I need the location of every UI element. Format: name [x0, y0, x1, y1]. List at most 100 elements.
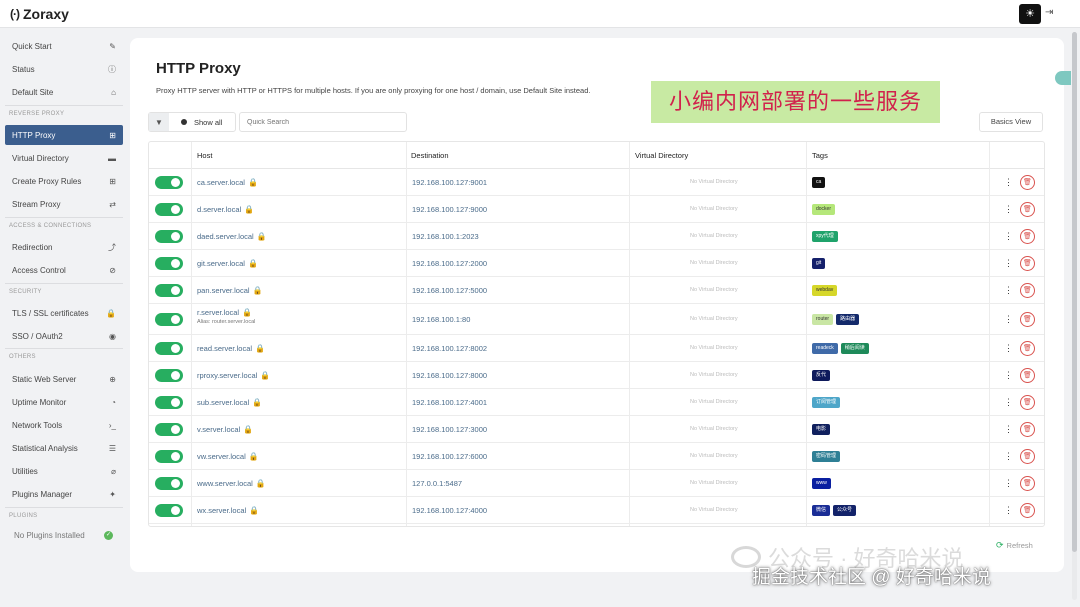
- enable-toggle[interactable]: [155, 396, 183, 409]
- sidebar-item-tls-ssl-certificates[interactable]: TLS / SSL certificates 🔒: [5, 303, 123, 323]
- more-options-icon[interactable]: ⋮: [1004, 204, 1013, 215]
- tls-lock-icon: 🔒: [244, 205, 255, 214]
- enable-toggle[interactable]: [155, 450, 183, 463]
- enable-toggle[interactable]: [155, 230, 183, 243]
- delete-button[interactable]: 🗑: [1020, 503, 1035, 518]
- section-access: ACCESS & CONNECTIONS: [9, 223, 92, 229]
- enable-toggle[interactable]: [155, 176, 183, 189]
- app-logo[interactable]: (·) Zoraxy: [10, 6, 69, 22]
- more-options-icon[interactable]: ⋮: [1004, 478, 1013, 489]
- tags-cell: 反代: [812, 370, 831, 381]
- host-link[interactable]: ca.server.local: [197, 178, 245, 187]
- delete-button[interactable]: 🗑: [1020, 341, 1035, 356]
- scrollbar-thumb[interactable]: [1072, 32, 1077, 552]
- enable-toggle[interactable]: [155, 203, 183, 216]
- more-options-icon[interactable]: ⋮: [1004, 177, 1013, 188]
- virtual-directory-cell: No Virtual Directory: [690, 179, 738, 185]
- delete-button[interactable]: 🗑: [1020, 395, 1035, 410]
- enable-toggle[interactable]: [155, 369, 183, 382]
- enable-toggle[interactable]: [155, 313, 183, 326]
- host-link[interactable]: v.server.local: [197, 425, 240, 434]
- more-options-icon[interactable]: ⋮: [1004, 231, 1013, 242]
- filter-dropdown[interactable]: ▼ Show all: [148, 112, 236, 132]
- delete-button[interactable]: 🗑: [1020, 229, 1035, 244]
- more-options-icon[interactable]: ⋮: [1004, 314, 1013, 325]
- header-virtual-directory: Virtual Directory: [635, 151, 689, 160]
- logout-icon[interactable]: ⇥: [1045, 7, 1053, 18]
- tag-badge: readeck: [812, 343, 838, 354]
- floating-assistant-button[interactable]: [1055, 71, 1071, 85]
- sidebar-item-statistical-analysis[interactable]: Statistical Analysis ☰: [5, 438, 123, 458]
- basics-view-button[interactable]: Basics View: [979, 112, 1043, 132]
- tag-badge: 订阅管理: [812, 397, 841, 408]
- delete-button[interactable]: 🗑: [1020, 449, 1035, 464]
- more-options-icon[interactable]: ⋮: [1004, 424, 1013, 435]
- page-title: HTTP Proxy: [156, 60, 241, 77]
- tags-cell: 微信 公众号: [812, 505, 857, 516]
- enable-toggle[interactable]: [155, 342, 183, 355]
- enable-toggle[interactable]: [155, 477, 183, 490]
- host-link[interactable]: www.server.local: [197, 479, 253, 488]
- delete-button[interactable]: 🗑: [1020, 312, 1035, 327]
- annotation-banner: 小编内网部署的一些服务: [651, 81, 940, 123]
- sidebar-item-sso-oauth2[interactable]: SSO / OAuth2 ◉: [5, 326, 123, 346]
- sidebar-item-redirection[interactable]: Redirection ⤴: [5, 237, 123, 257]
- more-options-icon[interactable]: ⋮: [1004, 451, 1013, 462]
- table-row: v.server.local 🔒 192.168.100.127:3000 No Vi…: [149, 416, 1044, 443]
- sidebar-item-default-site[interactable]: Default Site ⌂: [5, 82, 123, 102]
- sidebar-item-http-proxy[interactable]: HTTP Proxy ⊞: [5, 125, 123, 145]
- host-link[interactable]: rproxy.server.local: [197, 371, 257, 380]
- host-link[interactable]: pan.server.local: [197, 286, 250, 295]
- host-link[interactable]: r.server.local: [197, 308, 239, 317]
- host-link[interactable]: daed.server.local: [197, 232, 254, 241]
- more-options-icon[interactable]: ⋮: [1004, 285, 1013, 296]
- sidebar-item-access-control[interactable]: Access Control ⊘: [5, 260, 123, 280]
- enable-toggle[interactable]: [155, 257, 183, 270]
- refresh-button[interactable]: ⟳ Refresh: [996, 536, 1042, 554]
- delete-button[interactable]: 🗑: [1020, 422, 1035, 437]
- delete-button[interactable]: 🗑: [1020, 283, 1035, 298]
- more-options-icon[interactable]: ⋮: [1004, 258, 1013, 269]
- host-link[interactable]: git.server.local: [197, 259, 245, 268]
- more-options-icon[interactable]: ⋮: [1004, 397, 1013, 408]
- host-link[interactable]: sub.server.local: [197, 398, 249, 407]
- sidebar-item-label: Default Site: [12, 87, 54, 97]
- sidebar-item-status[interactable]: Status ⓘ: [5, 59, 123, 79]
- destination-cell: 192.168.100.127:4000: [412, 506, 488, 515]
- sidebar-item-stream-proxy[interactable]: Stream Proxy ⇄: [5, 194, 123, 214]
- delete-button[interactable]: 🗑: [1020, 202, 1035, 217]
- host-link[interactable]: d.server.local: [197, 205, 241, 214]
- virtual-directory-cell: No Virtual Directory: [690, 507, 738, 513]
- delete-button[interactable]: 🗑: [1020, 368, 1035, 383]
- sidebar-item-label: Create Proxy Rules: [12, 176, 82, 186]
- enable-toggle[interactable]: [155, 423, 183, 436]
- delete-button[interactable]: 🗑: [1020, 476, 1035, 491]
- delete-button[interactable]: 🗑: [1020, 256, 1035, 271]
- sidebar-item-network-tools[interactable]: Network Tools ›_: [5, 415, 123, 435]
- sidebar-item-static-web-server[interactable]: Static Web Server ⊕: [5, 369, 123, 389]
- sidebar-item-create-proxy-rules[interactable]: Create Proxy Rules ⊞: [5, 171, 123, 191]
- sidebar-item-quick-start[interactable]: Quick Start ✎: [5, 36, 123, 56]
- delete-button[interactable]: 🗑: [1020, 175, 1035, 190]
- sidebar-item-uptime-monitor[interactable]: Uptime Monitor ◔: [5, 392, 123, 412]
- host-link[interactable]: read.server.local: [197, 344, 252, 353]
- sidebar-item-label: Redirection: [12, 242, 53, 252]
- enable-toggle[interactable]: [155, 284, 183, 297]
- more-options-icon[interactable]: ⋮: [1004, 505, 1013, 516]
- tags-cell: router 路由器: [812, 314, 860, 325]
- host-link[interactable]: vw.server.local: [197, 452, 246, 461]
- more-options-icon[interactable]: ⋮: [1004, 370, 1013, 381]
- more-options-icon[interactable]: ⋮: [1004, 343, 1013, 354]
- host-link[interactable]: wx.server.local: [197, 506, 246, 515]
- theme-toggle-button[interactable]: ☀: [1019, 4, 1041, 24]
- sidebar-item-virtual-directory[interactable]: Virtual Directory ▬: [5, 148, 123, 168]
- tags-cell: git: [812, 258, 826, 269]
- sidebar-item-utilities[interactable]: Utilities ⌀: [5, 461, 123, 481]
- sidebar-item-plugins-manager[interactable]: Plugins Manager ✦: [5, 484, 123, 504]
- quick-search-input[interactable]: [239, 112, 407, 132]
- host-cell: d.server.local 🔒: [197, 205, 254, 214]
- section-security: SECURITY: [9, 289, 42, 295]
- tags-cell: 电影: [812, 424, 831, 435]
- tag-badge: 稍后阅读: [840, 343, 869, 354]
- enable-toggle[interactable]: [155, 504, 183, 517]
